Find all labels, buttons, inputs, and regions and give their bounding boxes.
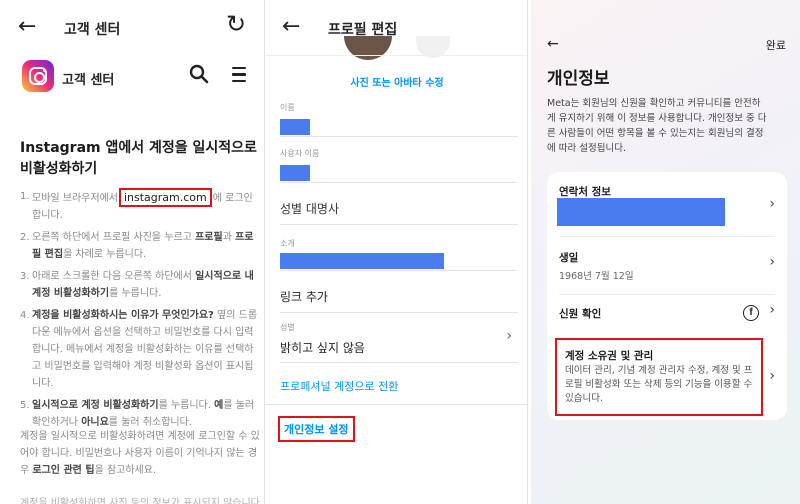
- personal-info-panel: ← 완료 개인정보 Meta는 회원님의 신원을 확인하고 커뮤니티를 안전하게…: [531, 0, 800, 504]
- help-footer-text: 계정을 일시적으로 비활성화하려면 계정에 로그인할 수 있어야 합니다. 비밀…: [20, 431, 260, 476]
- birthday-title: 생일: [559, 252, 579, 264]
- edit-profile-panel: ← 프로필 편집 사진 또는 아바타 수정 이름 사용자 이름 성별 대명사 소…: [266, 0, 528, 504]
- identity-confirm-row[interactable]: 신원 확인 f ›: [547, 294, 787, 336]
- chevron-right-icon: ›: [769, 196, 775, 212]
- gender-label: 성별: [280, 323, 295, 332]
- step-4: 4. 계정을 비활성화하시는 이유가 무엇인가요? 옆의 드롭다운 메뉴에서 옵…: [20, 310, 258, 389]
- back-arrow-icon[interactable]: ←: [282, 16, 300, 38]
- ownership-chevron-row: ›: [547, 368, 787, 388]
- username-redacted: [280, 165, 310, 181]
- edit-top-bar: ← 프로필 편집: [266, 0, 527, 56]
- personal-info-description: Meta는 회원님의 신원을 확인하고 커뮤니티를 안전하게 유지하기 위해 이…: [547, 98, 767, 154]
- contact-info-row[interactable]: 연락처 정보 ›: [547, 172, 787, 237]
- refresh-icon[interactable]: ↻: [226, 12, 246, 36]
- instruction-steps: 1. 모바일 브라우저에서 instagram.com 에 로그인합니다. 2. 오…: [20, 188, 260, 436]
- help-top-bar: ← 고객 센터 ↻: [0, 0, 264, 58]
- gender-value: 밝히고 싶지 않음: [280, 341, 365, 355]
- add-link-field[interactable]: 링크 추가: [280, 288, 518, 313]
- chevron-right-icon: ›: [769, 368, 775, 384]
- name-field[interactable]: 이름: [280, 102, 518, 137]
- account-ownership-title: 계정 소유권 및 관리: [565, 350, 654, 362]
- step-5: 5. 일시적으로 계정 비활성화하기를 누릅니다. 예를 눌러 확인하거나 아니…: [20, 400, 255, 428]
- login-tips-link[interactable]: 로그인 관련 팁: [32, 465, 94, 476]
- back-arrow-icon[interactable]: ←: [547, 36, 559, 52]
- username-label: 사용자 이름: [280, 149, 320, 158]
- bio-field[interactable]: 소개: [280, 238, 518, 271]
- instagram-url-highlight[interactable]: instagram.com: [118, 188, 212, 207]
- chevron-right-icon: ›: [506, 328, 512, 344]
- contact-info-redacted: [557, 198, 725, 226]
- birthday-row[interactable]: 생일 1968년 7월 12일 ›: [547, 236, 787, 295]
- add-link-label: 링크 추가: [280, 290, 328, 304]
- birthday-value: 1968년 7월 12일: [559, 271, 634, 282]
- username-field[interactable]: 사용자 이름: [280, 148, 518, 183]
- chevron-right-icon: ›: [769, 254, 775, 270]
- personal-info-title: 개인정보: [547, 69, 610, 89]
- pronouns-value: 성별 대명사: [280, 202, 340, 216]
- chevron-right-icon: ›: [769, 302, 775, 318]
- pronouns-field[interactable]: 성별 대명사: [280, 200, 518, 225]
- privacy-settings-button[interactable]: 개인정보 설정: [278, 416, 355, 442]
- personal-info-card: 연락처 정보 › 생일 1968년 7월 12일 › 신원 확인 f › 계정 …: [547, 172, 787, 420]
- identity-confirm-title: 신원 확인: [559, 308, 602, 320]
- step-3: 3. 아래로 스크롤한 다음 오른쪽 하단에서 일시적으로 내 계정 비활성화하…: [20, 271, 254, 299]
- bio-redacted: [280, 253, 444, 269]
- done-button[interactable]: 완료: [766, 37, 786, 53]
- contact-info-title: 연락처 정보: [559, 186, 611, 198]
- facebook-icon: f: [743, 305, 759, 321]
- step-2: 2. 오른쪽 하단에서 프로필 사진을 누르고 프로필과 프로필 편집을 차례로…: [20, 232, 254, 260]
- brand-name: 고객 센터: [62, 73, 115, 88]
- help-top-title: 고객 센터: [64, 22, 121, 38]
- instagram-logo-icon[interactable]: [22, 60, 54, 92]
- article-title: Instagram 앱에서 계정을 일시적으로 비활성화하기: [20, 140, 257, 177]
- menu-icon[interactable]: [232, 67, 246, 86]
- step-1: 1. 모바일 브라우저에서 instagram.com 에 로그인합니다.: [20, 188, 260, 224]
- help-center-panel: ← 고객 센터 ↻ 고객 센터 Instagram 앱에서 계정을 일시적으로 …: [0, 0, 265, 504]
- name-label: 이름: [280, 103, 295, 112]
- search-icon[interactable]: [189, 64, 209, 84]
- help-footer-cut-text: 계정을 비활성화하면 사진 등의 정보가 표시되지 않습니다: [20, 498, 260, 504]
- edit-title: 프로필 편집: [328, 22, 398, 38]
- back-arrow-icon[interactable]: ←: [18, 16, 36, 38]
- switch-professional-link[interactable]: 프로페셔널 계정으로 전환: [280, 378, 398, 394]
- bio-label: 소개: [280, 239, 295, 248]
- gender-field[interactable]: 성별 밝히고 싶지 않음 ›: [280, 322, 518, 363]
- name-redacted: [280, 119, 310, 135]
- edit-photo-link[interactable]: 사진 또는 아바타 수정: [266, 74, 527, 89]
- help-brand-bar: 고객 센터: [0, 58, 264, 102]
